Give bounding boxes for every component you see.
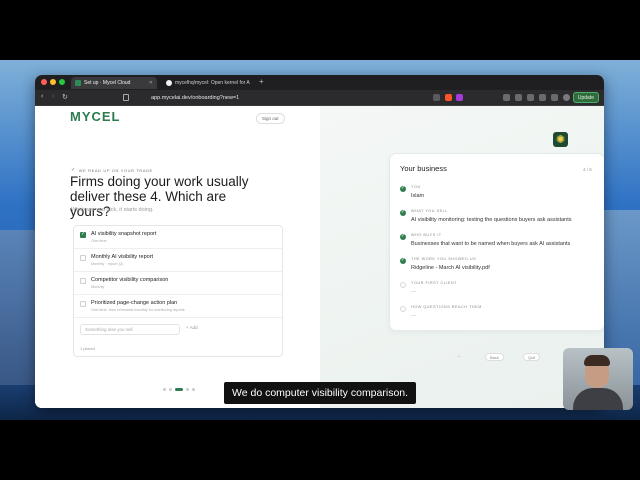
vpn-icon[interactable]: [551, 94, 558, 101]
webcam-overlay: [563, 348, 633, 410]
offering-option[interactable]: Prioritized page-change action plan One-…: [74, 295, 282, 318]
offering-checkbox[interactable]: [80, 255, 86, 261]
tab-label: Set up · Mycel Cloud: [84, 80, 131, 86]
step-dot: [192, 388, 195, 391]
mycel-favicon-icon: [75, 80, 81, 86]
presenter-body: [573, 388, 623, 410]
step-dot: [169, 388, 172, 391]
check-circle-icon: ✓: [400, 233, 406, 240]
fact-label: YOU: [411, 185, 421, 189]
picked-count: 1 picked: [80, 346, 95, 351]
offering-cadence: One-time, then refreshed monthly for mon…: [91, 308, 185, 312]
empty-circle-icon: [400, 306, 406, 312]
brave-shield-icon[interactable]: [445, 94, 452, 101]
fact-label: HOW QUESTIONS REACH THEM: [411, 305, 482, 309]
extension-icon[interactable]: [515, 94, 522, 101]
onboarding-page: MYCEL Sign out ✓ WE READ UP ON YOUR TRAD…: [35, 106, 604, 408]
video-caption: We do computer visibility comparison.: [224, 382, 417, 404]
new-tab-icon[interactable]: +: [259, 77, 264, 86]
sign-out-button[interactable]: Sign out: [256, 113, 285, 124]
offering-checkbox[interactable]: [80, 301, 86, 307]
fact-value: Islam: [411, 193, 425, 199]
step-dot-current: [175, 388, 183, 391]
sparkle-icon[interactable]: ✺: [553, 132, 568, 147]
offering-checkbox[interactable]: ✓: [80, 231, 86, 238]
eyebrow: ✓ WE READ UP ON YOUR TRADE: [71, 167, 153, 173]
offerings-list: ✓ AI visibility snapshot report One-time…: [73, 225, 283, 357]
presenter-hair: [584, 355, 610, 366]
step-dot: [163, 388, 166, 391]
offering-title: Competitor visibility comparison: [91, 277, 169, 283]
business-summary-card: Your business 4 / 6 ✓ YOU Islam ✓ WHAT Y…: [389, 153, 604, 331]
check-circle-icon: ✓: [400, 185, 406, 192]
offering-cadence: One-time: [91, 239, 107, 243]
fact-value: Ridgeline - March AI visibility.pdf: [411, 265, 490, 271]
close-icon[interactable]: ✕: [149, 80, 153, 86]
video-frame: Set up · Mycel Cloud ✕ mycelhq/mycel: Op…: [0, 60, 640, 420]
fact-count: 4 / 6: [583, 167, 592, 172]
back-button[interactable]: Back: [485, 353, 504, 361]
fact-value: —: [411, 289, 417, 295]
fact-label: YOUR FIRST CLIENT: [411, 281, 457, 285]
offering-cadence: Monthly · report (2): [91, 262, 124, 266]
offering-checkbox[interactable]: [80, 278, 86, 284]
offering-title: Prioritized page-change action plan: [91, 300, 178, 306]
fact-label: WHO BUYS IT: [411, 233, 442, 237]
forward-arrow-icon[interactable]: ›: [52, 93, 54, 100]
offering-title: Monthly AI visibility report: [91, 254, 154, 260]
close-window-button[interactable]: [41, 79, 47, 85]
bookmark-icon[interactable]: [123, 94, 129, 101]
checkmark-icon: ✓: [71, 167, 76, 173]
card-title: Your business: [400, 164, 447, 173]
check-circle-icon: ✓: [400, 257, 406, 264]
offering-option[interactable]: Monthly AI visibility report Monthly · r…: [74, 249, 282, 272]
sidebar-icon[interactable]: [527, 94, 534, 101]
maximize-window-button[interactable]: [59, 79, 65, 85]
profile-avatar-icon[interactable]: [563, 94, 570, 101]
fact-value: Businesses that want to be named when bu…: [411, 241, 571, 247]
onboarding-left-pane: MYCEL Sign out ✓ WE READ UP ON YOUR TRAD…: [35, 106, 320, 408]
custom-offering-input[interactable]: Something else you sell: [80, 324, 180, 335]
step-progress: [163, 388, 195, 391]
offering-option[interactable]: Competitor visibility comparison Monthly: [74, 272, 282, 295]
mycel-logo: MYCEL: [70, 109, 121, 124]
offering-cadence: Monthly: [91, 285, 105, 289]
back-arrow-icon[interactable]: ‹: [41, 93, 43, 100]
page-subtitle: Whatever you pick, it starts doing.: [71, 207, 154, 213]
site-settings-icon[interactable]: [433, 94, 440, 101]
github-favicon-icon: [166, 80, 172, 86]
browser-window: Set up · Mycel Cloud ✕ mycelhq/mycel: Op…: [35, 75, 604, 408]
onboarding-right-pane: Your business 4 / 6 ✓ YOU Islam ✓ WHAT Y…: [320, 106, 604, 408]
add-offering-button[interactable]: + Add: [186, 325, 198, 330]
update-button[interactable]: Update: [572, 92, 599, 103]
offering-title: AI visibility snapshot report: [91, 231, 157, 237]
extension-icon[interactable]: [503, 94, 510, 101]
browser-toolbar: ‹ › ↻ app.mycelai.dev/onboarding?new=1 U…: [35, 90, 604, 106]
fact-value: —: [411, 313, 417, 319]
wallet-icon[interactable]: [539, 94, 546, 101]
eyebrow-text: WE READ UP ON YOUR TRADE: [78, 167, 153, 173]
empty-circle-icon: [400, 282, 406, 288]
fact-value: AI visibility monitoring: testing the qu…: [411, 217, 572, 223]
step-dot: [186, 388, 189, 391]
fact-label: WHAT YOU SELL: [411, 209, 448, 213]
minimize-window-button[interactable]: [50, 79, 56, 85]
tab-setup[interactable]: Set up · Mycel Cloud ✕: [71, 77, 157, 89]
tab-bar: Set up · Mycel Cloud ✕ mycelhq/mycel: Op…: [35, 75, 604, 90]
quit-button[interactable]: Quit: [523, 353, 541, 361]
offering-option[interactable]: ✓ AI visibility snapshot report One-time: [74, 226, 282, 249]
tab-github[interactable]: mycelhq/mycel: Open kernel for A: [162, 77, 252, 89]
rewards-icon[interactable]: [456, 94, 463, 101]
check-circle-icon: ✓: [400, 209, 406, 216]
tab-label: mycelhq/mycel: Open kernel for A: [175, 80, 250, 86]
previous-arrow-icon[interactable]: ←: [457, 353, 462, 359]
checkmark-icon: ✓: [81, 231, 86, 237]
fact-label: THE WORK YOU SHOWED US: [411, 257, 477, 261]
reload-icon[interactable]: ↻: [62, 93, 68, 101]
